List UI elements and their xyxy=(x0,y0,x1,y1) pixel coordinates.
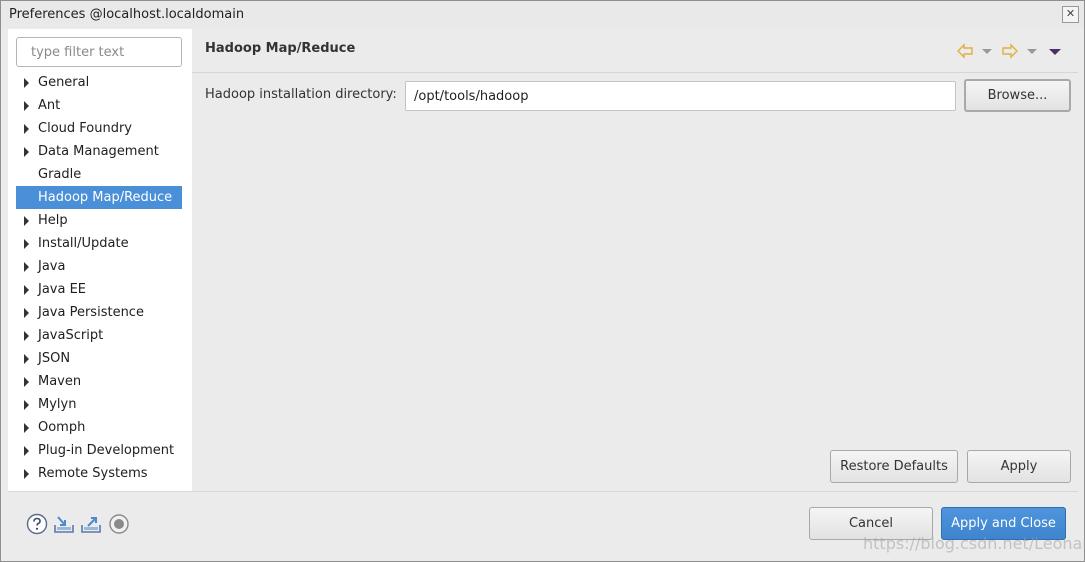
view-menu-icon[interactable] xyxy=(1049,49,1061,55)
title-bar[interactable]: Preferences @localhost.localdomain ✕ xyxy=(1,1,1084,28)
expand-arrow-icon[interactable] xyxy=(24,147,29,157)
expand-arrow-icon[interactable] xyxy=(24,262,29,272)
watermark: https://blog.csdn.net/Leonardy xyxy=(863,534,1085,553)
tree-item-label: Gradle xyxy=(38,167,82,182)
preference-page: Hadoop Map/Reduce Hadoop installation di… xyxy=(192,29,1078,491)
expand-arrow-icon[interactable] xyxy=(24,469,29,479)
tree-item[interactable]: Cloud Foundry xyxy=(16,117,182,140)
filter-input[interactable] xyxy=(16,37,182,67)
record-icon[interactable] xyxy=(108,513,130,535)
expand-arrow-icon[interactable] xyxy=(24,331,29,341)
tree-item-label: Hadoop Map/Reduce xyxy=(38,190,173,205)
expand-arrow-icon[interactable] xyxy=(24,216,29,226)
forward-dropdown-icon[interactable] xyxy=(1027,49,1037,54)
tree-item[interactable]: Java Persistence xyxy=(16,301,182,324)
tree-item-label: JSON xyxy=(38,351,71,366)
tree-item-label: Install/Update xyxy=(38,236,129,251)
tree-item[interactable]: Oomph xyxy=(16,416,182,439)
export-icon[interactable] xyxy=(80,513,102,535)
tree-item-label: Java xyxy=(38,259,66,274)
tree-item[interactable]: Mylyn xyxy=(16,393,182,416)
tree-item[interactable]: General xyxy=(16,71,182,94)
expand-arrow-icon[interactable] xyxy=(24,446,29,456)
tree-item-label: Cloud Foundry xyxy=(38,121,133,136)
forward-arrow-icon[interactable] xyxy=(1002,43,1018,59)
tree-item-label: Help xyxy=(38,213,68,228)
tree-item-label: Data Management xyxy=(38,144,159,159)
tree-item[interactable]: Help xyxy=(16,209,182,232)
tree-item[interactable]: Install/Update xyxy=(16,232,182,255)
tree-item[interactable]: Remote Systems xyxy=(16,462,182,485)
tree-item-label: Remote Systems xyxy=(38,466,148,481)
tree-item-label: Ant xyxy=(38,98,61,113)
expand-arrow-icon[interactable] xyxy=(24,400,29,410)
expand-arrow-icon[interactable] xyxy=(24,124,29,134)
browse-button[interactable]: Browse... xyxy=(964,79,1071,112)
tree-item-label: JavaScript xyxy=(38,328,104,343)
hadoop-dir-label: Hadoop installation directory: xyxy=(205,87,397,102)
tree-item[interactable]: Java EE xyxy=(16,278,182,301)
page-header: Hadoop Map/Reduce xyxy=(192,29,1078,73)
tree-item-label: Maven xyxy=(38,374,82,389)
expand-arrow-icon[interactable] xyxy=(24,377,29,387)
expand-arrow-icon[interactable] xyxy=(24,78,29,88)
tree-item[interactable]: Hadoop Map/Reduce xyxy=(16,186,182,209)
tree-item[interactable]: Data Management xyxy=(16,140,182,163)
import-icon[interactable] xyxy=(53,513,75,535)
restore-defaults-button[interactable]: Restore Defaults xyxy=(830,450,958,483)
expand-arrow-icon[interactable] xyxy=(24,308,29,318)
tree-item-label: Mylyn xyxy=(38,397,77,412)
tree-item-label: General xyxy=(38,75,90,90)
tree-item[interactable]: Ant xyxy=(16,94,182,117)
back-dropdown-icon[interactable] xyxy=(982,49,992,54)
hadoop-dir-input[interactable] xyxy=(405,81,956,111)
tree-item[interactable]: JSON xyxy=(16,347,182,370)
window-title: Preferences @localhost.localdomain xyxy=(9,7,245,22)
expand-arrow-icon[interactable] xyxy=(24,354,29,364)
expand-arrow-icon[interactable] xyxy=(24,101,29,111)
expand-arrow-icon[interactable] xyxy=(24,285,29,295)
apply-button[interactable]: Apply xyxy=(967,450,1071,483)
preferences-window: Preferences @localhost.localdomain ✕ Gen… xyxy=(0,0,1085,562)
tree-item-label: Plug-in Development xyxy=(38,443,175,458)
expand-arrow-icon[interactable] xyxy=(24,423,29,433)
tree-item-label: Oomph xyxy=(38,420,86,435)
tree-item[interactable]: Gradle xyxy=(16,163,182,186)
expand-arrow-icon[interactable] xyxy=(24,239,29,249)
tree-item[interactable]: Plug-in Development xyxy=(16,439,182,462)
close-window-button[interactable]: ✕ xyxy=(1062,6,1079,23)
tree-item[interactable]: Java xyxy=(16,255,182,278)
tree-item[interactable]: Maven xyxy=(16,370,182,393)
preferences-tree: General Ant Cloud Foundry Data Management Gr… xyxy=(16,71,182,485)
tree-item[interactable]: JavaScript xyxy=(16,324,182,347)
back-arrow-icon[interactable] xyxy=(957,43,973,59)
tree-item-label: Java Persistence xyxy=(38,305,144,320)
preferences-tree-pane: General Ant Cloud Foundry Data Management Gr… xyxy=(8,29,192,491)
help-icon[interactable] xyxy=(26,513,48,535)
tree-item-label: Java EE xyxy=(38,282,87,297)
page-title: Hadoop Map/Reduce xyxy=(205,41,356,56)
